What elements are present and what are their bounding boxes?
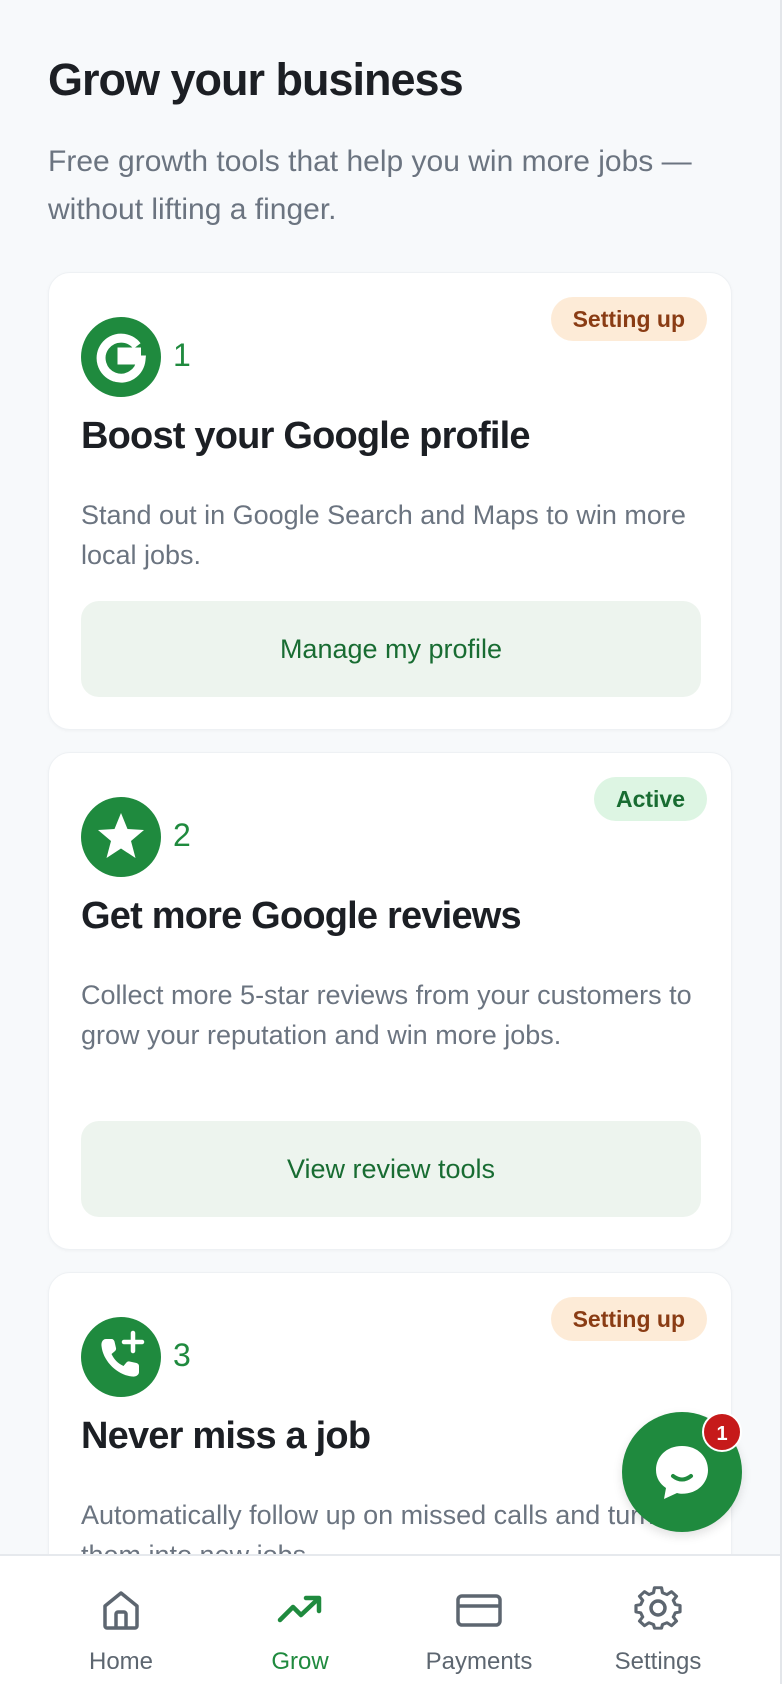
card-description: Collect more 5-star reviews from your cu… — [81, 980, 692, 1050]
step-number: 3 — [173, 1337, 191, 1373]
google-profile-card: Setting up 1 Boost your Google profile S… — [48, 272, 732, 730]
google-reviews-card: Active 2 Get more Google reviews Collect… — [48, 752, 732, 1250]
status-badge: Setting up — [550, 1297, 707, 1341]
nav-item-grow[interactable]: Grow — [210, 1556, 390, 1684]
card-title: Boost your Google profile — [81, 415, 530, 457]
nav-label-grow: Grow — [271, 1648, 329, 1675]
trending-up-icon — [277, 1595, 322, 1623]
nav-item-payments[interactable]: Payments — [389, 1556, 569, 1684]
card-title: Get more Google reviews — [81, 895, 522, 937]
missed-calls-card: Setting up 3 Never miss a job Automatica… — [48, 1272, 732, 1554]
view-review-tools-button[interactable]: View review tools — [81, 1121, 701, 1217]
nav-label-payments: Payments — [425, 1648, 533, 1675]
grow-page: Grow your business Free growth tools tha… — [0, 0, 780, 1554]
step-number: 1 — [173, 337, 191, 373]
chat-bubble-icon — [656, 1446, 708, 1499]
star-icon — [81, 797, 161, 877]
status-badge: Active — [593, 777, 707, 821]
bottom-nav: Home Grow Payments Settings — [0, 1554, 780, 1684]
card-description: Automatically follow up on missed calls … — [81, 1500, 655, 1554]
nav-item-home[interactable]: Home — [31, 1556, 211, 1684]
status-badge: Setting up — [550, 297, 707, 341]
card-title: Never miss a job — [81, 1415, 371, 1457]
nav-item-settings[interactable]: Settings — [568, 1556, 748, 1684]
page-subtitle: Free growth tools that help you win more… — [48, 145, 692, 226]
card-description: Stand out in Google Search and Maps to w… — [81, 500, 686, 570]
nav-label-home: Home — [88, 1648, 154, 1675]
nav-label-settings: Settings — [614, 1648, 702, 1675]
step-number: 2 — [173, 817, 191, 853]
notification-badge: 1 — [702, 1412, 742, 1452]
page-title: Grow your business — [48, 54, 464, 105]
phone-plus-icon — [81, 1317, 161, 1397]
manage-profile-button[interactable]: Manage my profile — [81, 601, 701, 697]
google-icon — [81, 317, 161, 397]
gear-icon — [634, 1586, 682, 1630]
home-icon — [103, 1591, 139, 1630]
credit-card-icon — [456, 1594, 502, 1627]
